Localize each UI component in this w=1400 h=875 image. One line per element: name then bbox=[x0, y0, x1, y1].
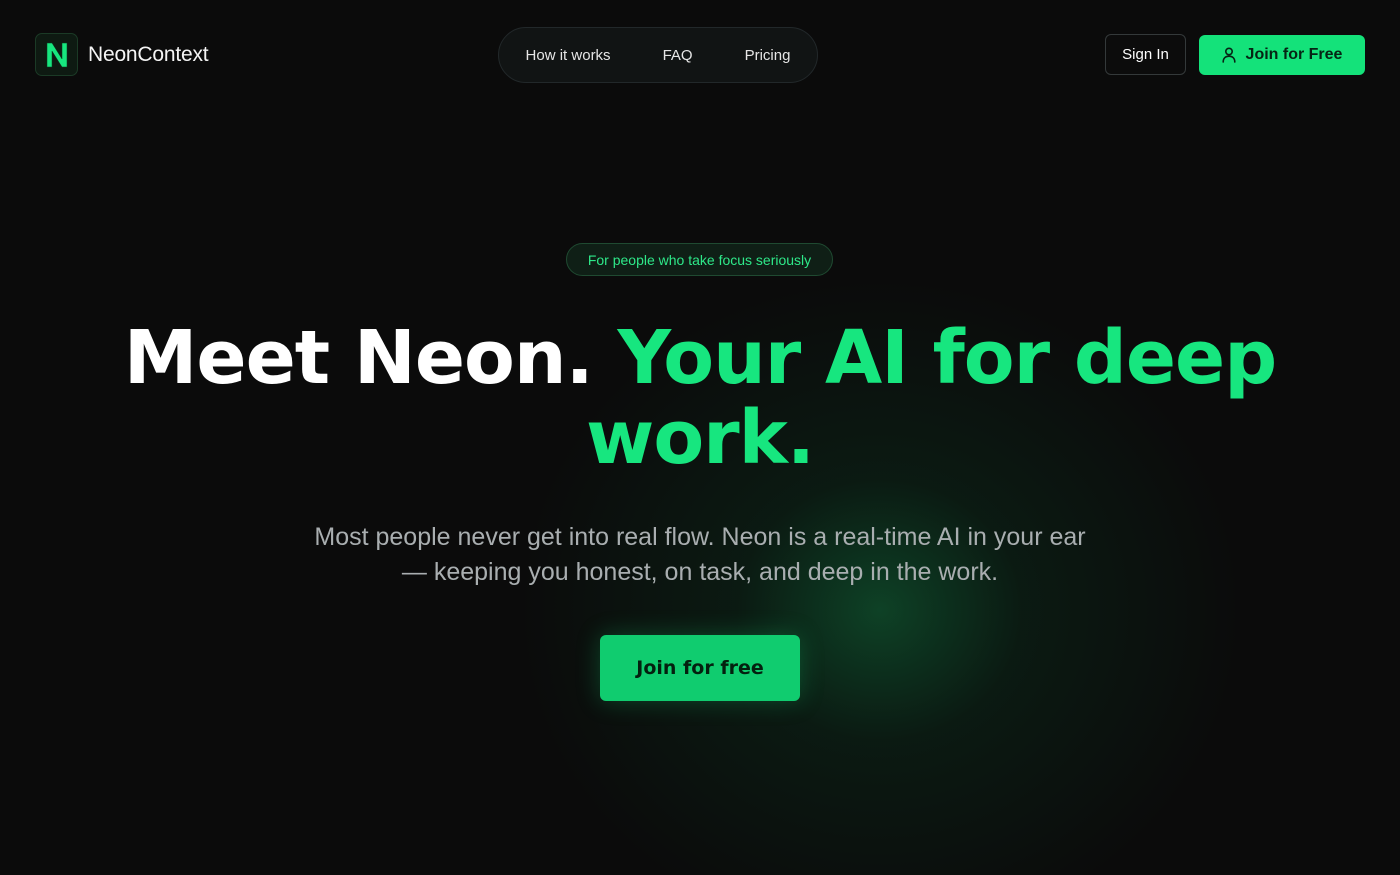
brand-name: NeonContext bbox=[88, 42, 209, 66]
sign-in-label: Sign In bbox=[1122, 46, 1169, 63]
hero-title: Meet Neon. Your AI for deep work. bbox=[60, 318, 1340, 478]
audience-badge: For people who take focus seriously bbox=[566, 243, 833, 276]
user-icon bbox=[1221, 47, 1236, 63]
sign-in-button[interactable]: Sign In bbox=[1105, 34, 1186, 75]
brand[interactable]: NeonContext bbox=[35, 33, 209, 76]
hero-join-label: Join for free bbox=[636, 657, 764, 679]
hero-join-button[interactable]: Join for free bbox=[600, 635, 800, 701]
hero-subtitle: Most people never get into real flow. Ne… bbox=[314, 523, 1086, 586]
nav-link-how-it-works[interactable]: How it works bbox=[500, 47, 637, 64]
hero-title-highlight: Your AI for deep work. bbox=[585, 315, 1277, 481]
join-for-free-label: Join for Free bbox=[1245, 46, 1343, 63]
main-nav: How it works FAQ Pricing bbox=[498, 27, 818, 83]
nav-link-faq[interactable]: FAQ bbox=[637, 47, 719, 64]
audience-badge-text: For people who take focus seriously bbox=[587, 251, 812, 268]
nav-link-pricing[interactable]: Pricing bbox=[719, 47, 817, 64]
hero-title-intro: Meet Neon. bbox=[123, 315, 594, 401]
logo-icon bbox=[35, 33, 78, 76]
join-for-free-button[interactable]: Join for Free bbox=[1199, 35, 1365, 75]
site-header: NeonContext How it works FAQ Pricing Sig… bbox=[0, 0, 1400, 110]
neon-n-logo-icon bbox=[46, 42, 67, 67]
